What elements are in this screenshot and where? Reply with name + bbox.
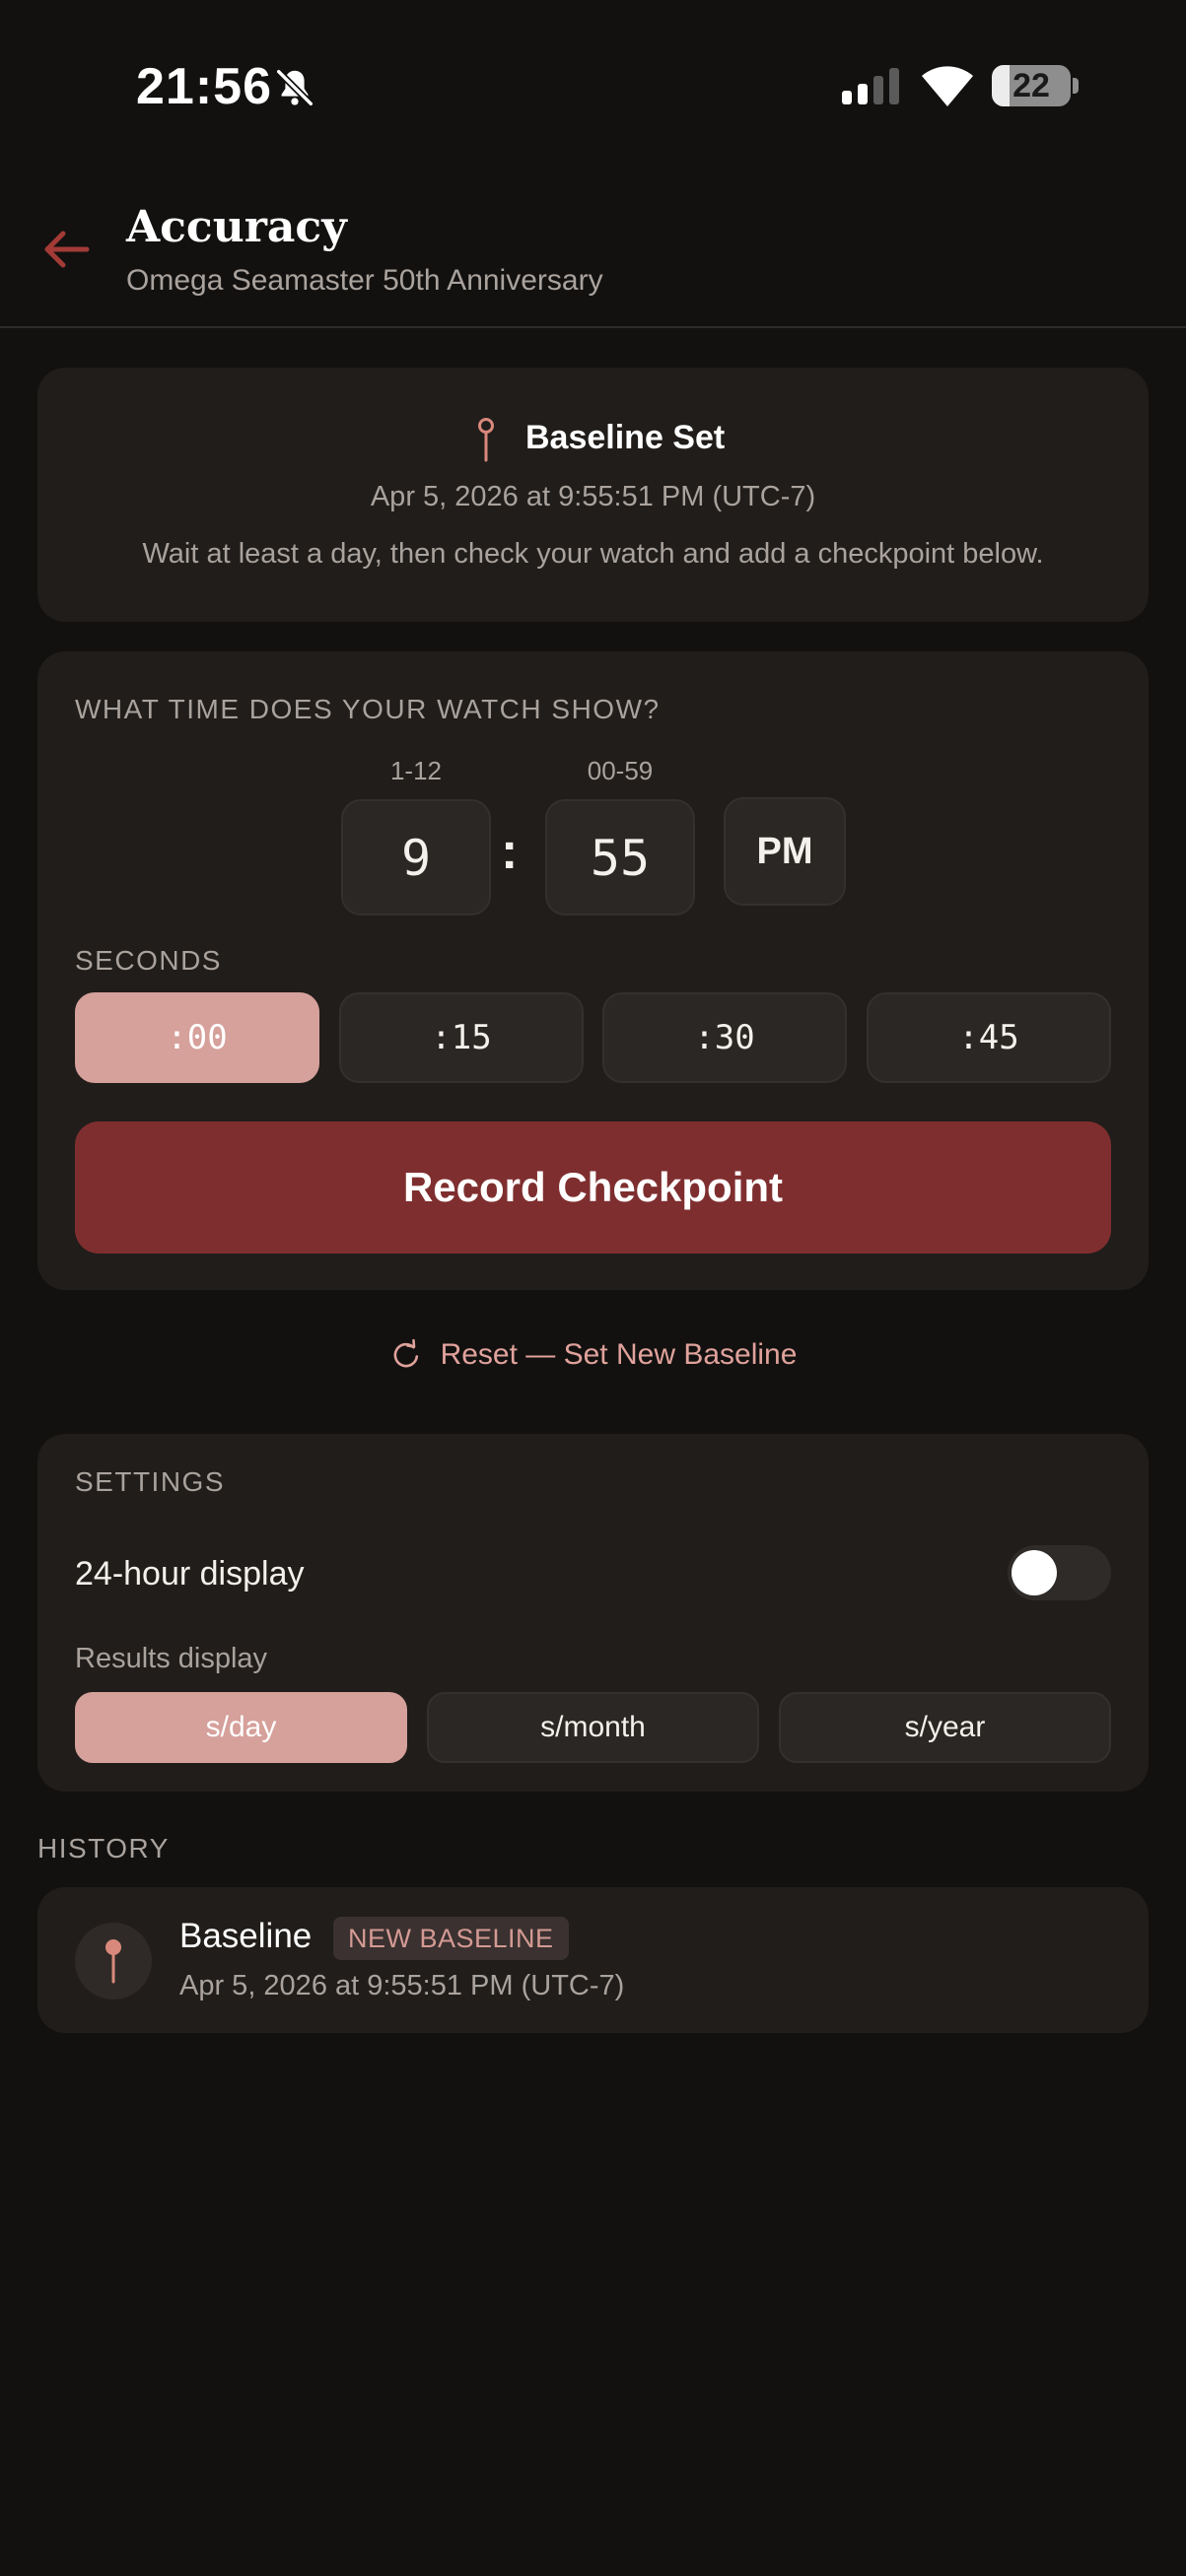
bell-off-icon	[275, 68, 314, 107]
time-question-label: WHAT TIME DOES YOUR WATCH SHOW?	[75, 694, 661, 724]
signal-icon	[842, 68, 899, 104]
refresh-icon	[393, 1338, 418, 1368]
results-option-per-month[interactable]: s/month	[427, 1692, 759, 1763]
battery-indicator: 22	[992, 65, 1079, 106]
seconds-option-15[interactable]: :15	[339, 992, 584, 1083]
settings-title: SETTINGS	[75, 1466, 226, 1497]
baseline-hint: Wait at least a day, then check your wat…	[142, 538, 1044, 570]
history-item-title: Baseline	[179, 1917, 313, 1955]
settings-card: SETTINGS 24-hour display Results display…	[37, 1434, 1149, 1792]
page-title: Accuracy	[126, 202, 347, 252]
twentyfour-hour-toggle[interactable]	[1008, 1545, 1111, 1600]
baseline-title: Baseline Set	[525, 419, 726, 456]
wifi-icon	[922, 66, 973, 106]
time-entry-card: WHAT TIME DOES YOUR WATCH SHOW? 1-12 00-…	[37, 651, 1149, 1290]
status-time: 21:56	[136, 58, 272, 115]
reset-baseline-link[interactable]: Reset — Set New Baseline	[0, 1331, 1186, 1379]
toggle-knob	[1012, 1550, 1057, 1595]
history-item[interactable]: Baseline NEW BASELINE Apr 5, 2026 at 9:5…	[37, 1887, 1149, 2033]
seconds-option-00[interactable]: :00	[75, 992, 319, 1083]
seconds-selector: :00 :15 :30 :45	[75, 992, 1111, 1083]
pin-icon	[478, 418, 494, 462]
history-item-badge: NEW BASELINE	[333, 1917, 569, 1960]
app-header: Accuracy Omega Seamaster 50th Anniversar…	[0, 172, 1186, 328]
baseline-card: Baseline Set Apr 5, 2026 at 9:55:51 PM (…	[37, 368, 1149, 622]
pin-icon	[105, 1939, 121, 1984]
minute-input[interactable]: 55	[545, 799, 695, 915]
twentyfour-hour-label: 24-hour display	[75, 1555, 305, 1593]
history-avatar	[75, 1923, 152, 2000]
status-bar: 21:56 22	[0, 0, 1186, 172]
hour-input[interactable]: 9	[341, 799, 491, 915]
reset-link-label: Reset — Set New Baseline	[440, 1338, 798, 1371]
history-title: HISTORY	[37, 1833, 170, 1864]
ampm-toggle-button[interactable]: PM	[724, 797, 846, 906]
seconds-label: SECONDS	[75, 945, 222, 976]
history-item-date: Apr 5, 2026 at 9:55:51 PM (UTC-7)	[179, 1970, 625, 2001]
baseline-date: Apr 5, 2026 at 9:55:51 PM (UTC-7)	[370, 481, 816, 512]
results-option-per-year[interactable]: s/year	[779, 1692, 1111, 1763]
seconds-option-45[interactable]: :45	[867, 992, 1111, 1083]
time-colon: :	[501, 823, 519, 880]
results-option-per-day[interactable]: s/day	[75, 1692, 407, 1763]
battery-level: 22	[1012, 67, 1050, 104]
record-checkpoint-button[interactable]: Record Checkpoint	[75, 1121, 1111, 1254]
results-display-label: Results display	[75, 1643, 268, 1674]
seconds-option-30[interactable]: :30	[602, 992, 847, 1083]
hour-range-label: 1-12	[389, 756, 443, 785]
back-arrow-icon[interactable]	[37, 220, 97, 279]
page-subtitle: Omega Seamaster 50th Anniversary	[126, 264, 603, 297]
minute-range-label: 00-59	[587, 756, 654, 785]
results-display-selector: s/day s/month s/year	[75, 1692, 1111, 1763]
